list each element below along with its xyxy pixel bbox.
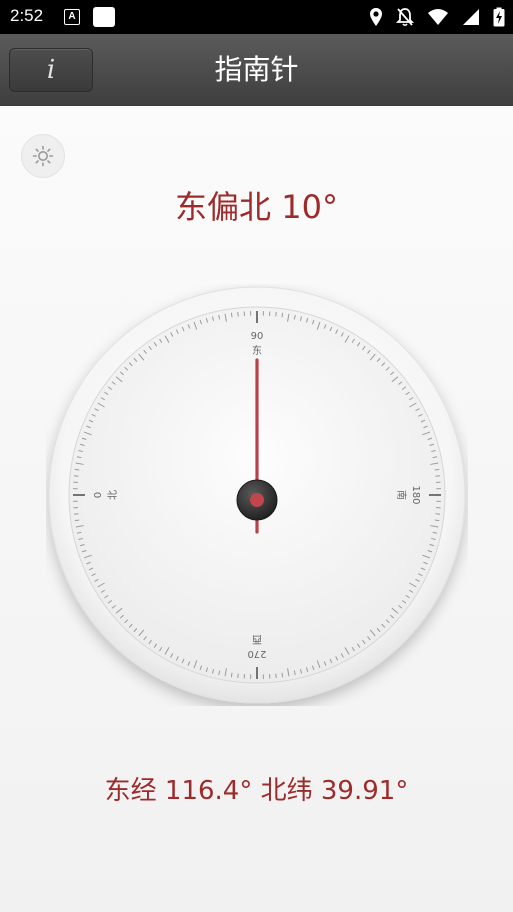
status-icons xyxy=(361,6,505,28)
app-bar: i 指南针 xyxy=(0,34,513,106)
cardinal-degree: 90 xyxy=(251,331,264,342)
info-button[interactable]: i xyxy=(9,48,93,92)
cardinal-label: 南 xyxy=(395,490,408,500)
heading-readout: 东偏北 10° xyxy=(175,188,338,226)
status-time: 2:52 xyxy=(10,6,44,25)
notifications-off-icon xyxy=(395,7,414,26)
battery-charging-icon xyxy=(493,7,505,26)
cardinal-label: 北 xyxy=(107,490,119,500)
dial-tick xyxy=(434,468,440,471)
cardinal-degree: 0 xyxy=(93,492,104,498)
notification-a-icon: A xyxy=(64,9,80,25)
dial-tick xyxy=(281,312,284,318)
dial-tick xyxy=(230,672,233,678)
cardinal-degree: 270 xyxy=(247,648,266,659)
location-icon xyxy=(369,7,382,26)
cellular-icon xyxy=(462,8,479,25)
needle-hub-center xyxy=(250,493,264,507)
dial-tick xyxy=(74,519,80,522)
wifi-icon xyxy=(427,8,448,25)
dial-tick xyxy=(230,312,233,318)
status-bar: 2:52 A xyxy=(0,0,513,34)
cardinal-label: 东 xyxy=(252,344,262,357)
dial-tick xyxy=(434,519,440,522)
compass-dial: 0 北 90 东 180南 270 西 xyxy=(48,286,466,704)
dial-tick xyxy=(281,672,284,678)
notification-square-icon xyxy=(93,7,115,27)
brightness-toggle-button[interactable] xyxy=(21,134,65,178)
cardinal-label: 西 xyxy=(252,633,262,644)
compass-screen: 东偏北 10° 0 北 90 东 180 南 270 西 东经 116.4° 北… xyxy=(0,106,513,912)
cardinal-degree: 180 xyxy=(410,485,421,504)
sun-icon xyxy=(32,145,54,167)
coordinates-readout: 东经 116.4° 北纬 39.91° xyxy=(104,776,409,806)
dial-tick xyxy=(74,468,80,471)
